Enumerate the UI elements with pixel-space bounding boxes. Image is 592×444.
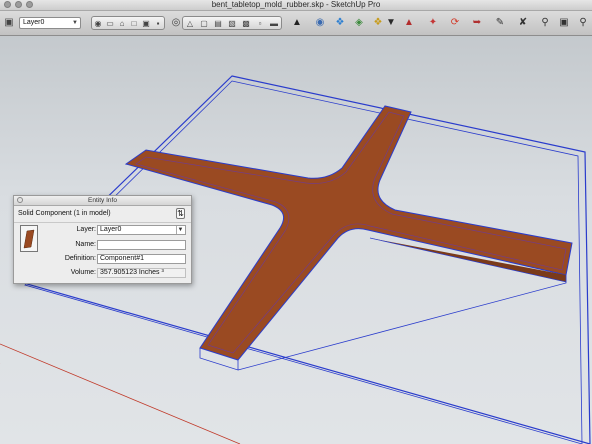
volume-value: 357.905123 Inches ³ <box>97 268 186 278</box>
volume-row: Volume: 357.905123 Inches ³ <box>44 268 189 278</box>
back-edges-style-icon[interactable]: ▬ <box>267 19 281 28</box>
entity-info-panel: Entity Info Solid Component (1 in model)… <box>13 195 192 284</box>
tape-measure-icon[interactable]: ◉ <box>92 19 104 28</box>
name-field[interactable] <box>97 240 186 250</box>
definition-row: Definition: Component#1 <box>44 254 189 264</box>
iso-view-icon[interactable]: ▭ <box>104 19 116 28</box>
shaded-style-icon[interactable]: ▧ <box>225 19 239 28</box>
layer-row: Layer: Layer0 ▼ <box>44 225 189 235</box>
sidebar-toggle-icon[interactable]: ▣ <box>3 17 15 29</box>
home-view-icon[interactable]: ⌂ <box>116 19 128 28</box>
layer-select[interactable]: Layer0 ▼ <box>19 17 81 29</box>
wireframe-style-icon[interactable]: ▢ <box>197 19 211 28</box>
front-view-icon[interactable]: ▣ <box>140 19 152 28</box>
definition-field[interactable]: Component#1 <box>97 254 186 264</box>
layer-dropdown[interactable]: Layer0 ▼ <box>97 225 186 235</box>
textured-style-icon[interactable]: ▩ <box>239 19 253 28</box>
zoom-extents-icon[interactable]: ▣ <box>558 17 570 29</box>
cross-mold-body[interactable] <box>124 105 573 361</box>
model-info-icon[interactable]: ◉ <box>314 17 326 29</box>
side-view-icon[interactable]: ▪ <box>152 19 164 28</box>
window-title: bent_tabletop_mold_rubber.skp - SketchUp… <box>211 0 381 9</box>
eye-icon[interactable]: ◎ <box>170 17 182 29</box>
entity-type-label: Solid Component (1 in model) <box>18 210 111 217</box>
definition-label: Definition: <box>64 255 96 262</box>
move-icon[interactable]: ✦ <box>427 17 439 29</box>
scale-icon[interactable]: ✎ <box>494 17 506 29</box>
upload-icon[interactable]: ▲ <box>403 17 415 29</box>
xray-style-icon[interactable]: △ <box>183 19 197 28</box>
style-toolbar-group: △ ▢ ▤ ▧ ▩ ▫ ▬ <box>182 16 282 30</box>
component-thumbnail <box>20 225 38 252</box>
globe-icon[interactable]: ◈ <box>353 17 365 29</box>
search-icon[interactable]: ⚲ <box>539 17 551 29</box>
layer-dropdown-value: Layer0 <box>100 226 122 233</box>
export-icon[interactable]: ▼ <box>385 17 397 29</box>
chevron-down-icon: ▼ <box>72 20 78 26</box>
warehouse-icon[interactable]: ❖ <box>334 17 346 29</box>
details-toggle-icon[interactable]: ⇅ <box>176 208 185 219</box>
main-toolbar: ▣ Layer0 ▼ ◉ ▭ ⌂ □ ▣ ▪ ◎ △ ▢ ▤ ▧ ▩ ▫ ▬ ▲… <box>0 11 592 36</box>
chevron-down-icon: ▼ <box>176 226 184 234</box>
name-label: Name: <box>75 241 96 248</box>
follow-me-icon[interactable]: ➥ <box>471 17 483 29</box>
entity-info-titlebar: Entity Info <box>14 196 191 206</box>
volume-label: Volume: <box>70 269 96 276</box>
layer-label: Layer: <box>76 226 96 233</box>
hidden-line-style-icon[interactable]: ▤ <box>211 19 225 28</box>
top-view-icon[interactable]: □ <box>128 19 140 28</box>
views-toolbar-group: ◉ ▭ ⌂ □ ▣ ▪ <box>91 16 165 30</box>
entity-info-header: Solid Component (1 in model) ⇅ <box>14 206 191 223</box>
monochrome-style-icon[interactable]: ▫ <box>253 19 267 28</box>
hat-icon[interactable]: ▲ <box>291 17 303 29</box>
rotate-icon[interactable]: ⟳ <box>449 17 461 29</box>
entity-info-title: Entity Info <box>88 197 117 204</box>
name-row: Name: <box>44 240 189 250</box>
zoom-window-icon[interactable]: ⚲ <box>577 17 589 29</box>
close-icon[interactable] <box>17 197 23 203</box>
layer-select-value: Layer0 <box>23 19 45 26</box>
window-titlebar: bent_tabletop_mold_rubber.skp - SketchUp… <box>0 0 592 11</box>
extension-icon[interactable]: ❖ <box>372 17 384 29</box>
offset-icon[interactable]: ✘ <box>517 17 529 29</box>
component-thumbnail-icon <box>23 229 35 248</box>
